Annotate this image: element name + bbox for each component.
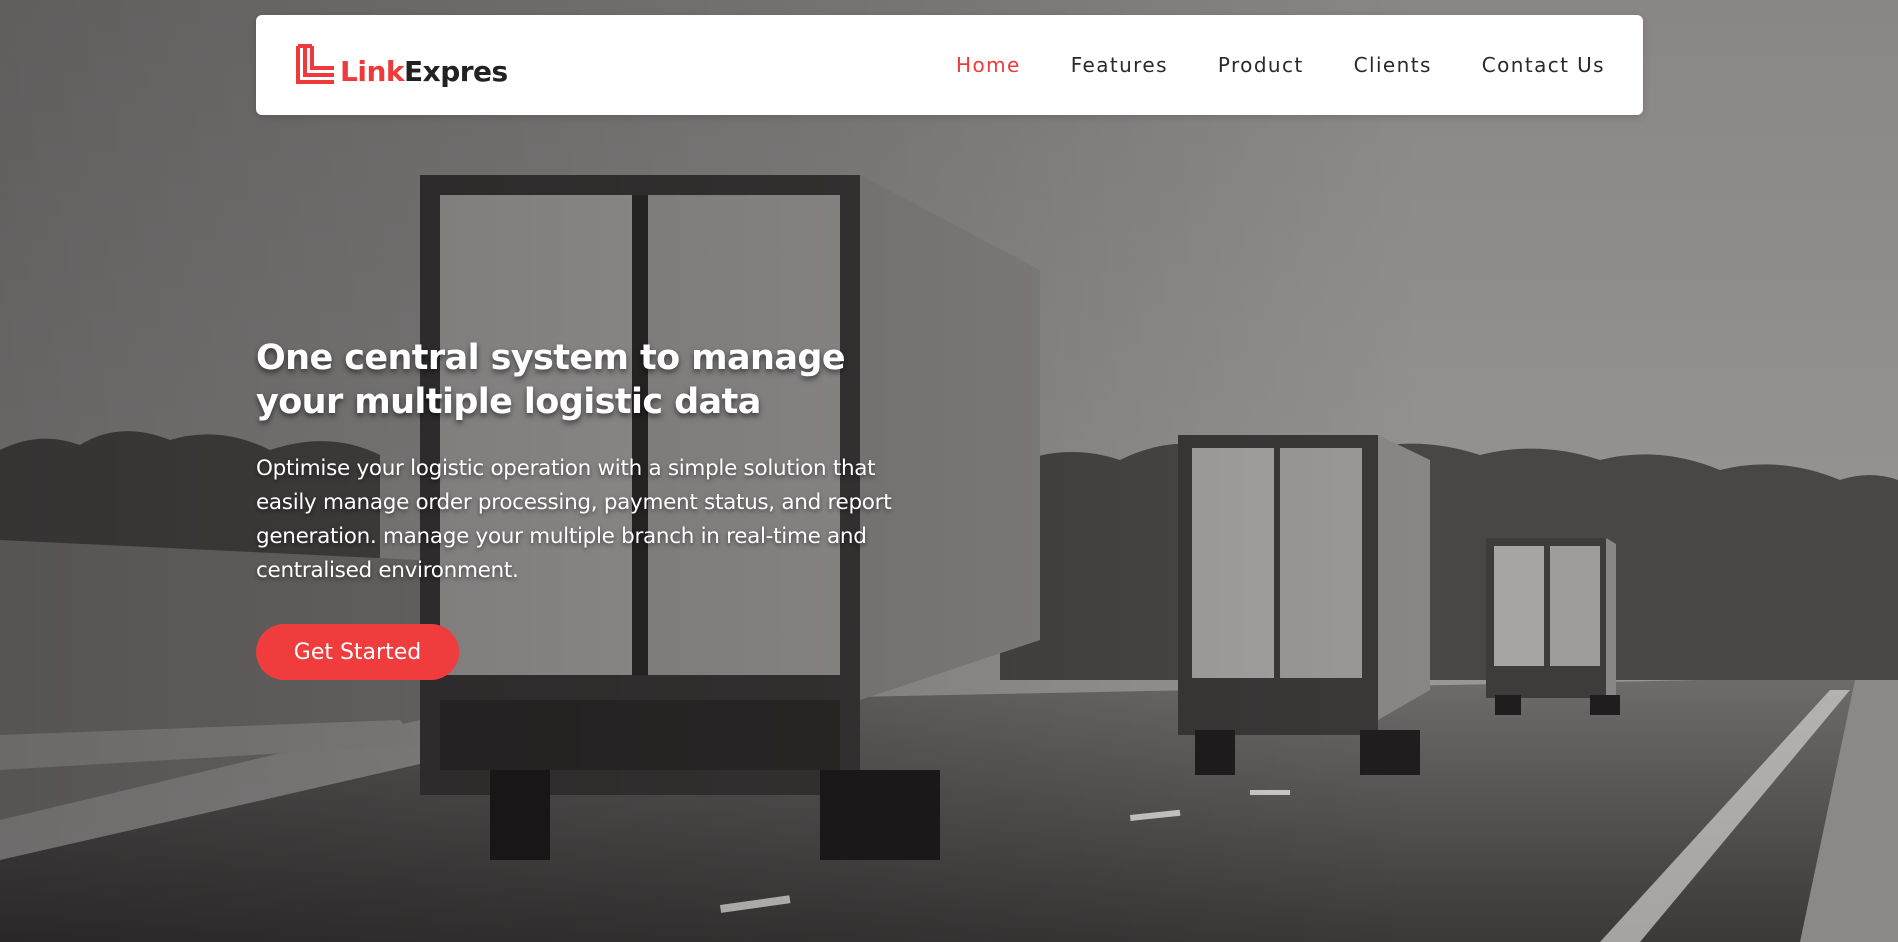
nav-link-product[interactable]: Product	[1218, 53, 1304, 77]
brand-name: LinkExpres	[340, 55, 508, 88]
nav-link-clients[interactable]: Clients	[1354, 53, 1432, 77]
linkexpres-logo-icon	[296, 44, 334, 84]
nav-link-features[interactable]: Features	[1071, 53, 1168, 77]
hero-section: LinkExpres Home Features Product Clients…	[0, 0, 1898, 942]
get-started-button[interactable]: Get Started	[256, 624, 459, 680]
top-navbar: LinkExpres Home Features Product Clients…	[256, 15, 1643, 115]
hero-subtext: Optimise your logistic operation with a …	[256, 456, 892, 583]
hero-headline: One central system to manage your multip…	[256, 338, 846, 422]
brand-logo[interactable]: LinkExpres	[294, 40, 508, 90]
main-nav: Home Features Product Clients Contact Us	[906, 15, 1605, 115]
brand-name-part2: Expres	[404, 54, 508, 88]
nav-link-home[interactable]: Home	[956, 53, 1021, 77]
nav-link-contact-us[interactable]: Contact Us	[1482, 53, 1605, 77]
brand-name-part1: Link	[340, 54, 405, 88]
